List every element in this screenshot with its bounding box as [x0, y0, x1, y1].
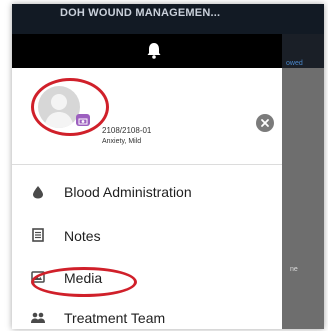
- annotation-circle-avatar: [31, 78, 109, 136]
- bell-icon[interactable]: [144, 40, 164, 60]
- background-text-fragment: ne: [290, 266, 298, 273]
- app-title-bar: DOH WOUND MANAGEMEN...: [12, 4, 324, 34]
- app-screen: DOH WOUND MANAGEMEN... owed ne 2108/2108: [12, 4, 324, 329]
- team-icon: [31, 312, 45, 323]
- blood-drop-icon: [33, 186, 43, 199]
- menu-item-label: Blood Administration: [64, 184, 192, 200]
- notes-icon: [32, 228, 44, 242]
- menu-item-label: Treatment Team: [64, 310, 166, 326]
- background-content-overlay[interactable]: [282, 34, 324, 329]
- drawer-divider: [12, 164, 282, 165]
- annotation-circle-media: [31, 267, 137, 297]
- screenshot-frame: DOH WOUND MANAGEMEN... owed ne 2108/2108: [0, 0, 328, 331]
- background-link-fragment[interactable]: owed: [286, 60, 303, 67]
- menu-item-notes[interactable]: Notes: [12, 216, 282, 256]
- patient-diagnosis: Anxiety, Mild: [102, 138, 142, 145]
- close-drawer-button[interactable]: [256, 114, 274, 132]
- app-title: DOH WOUND MANAGEMEN...: [60, 7, 221, 19]
- menu-item-blood-administration[interactable]: Blood Administration: [12, 172, 282, 212]
- patient-id: 2108/2108-01: [102, 126, 152, 135]
- notification-bar: [12, 34, 324, 68]
- close-icon: [261, 119, 269, 127]
- menu-item-label: Notes: [64, 228, 101, 244]
- menu-item-treatment-team[interactable]: Treatment Team: [12, 298, 282, 329]
